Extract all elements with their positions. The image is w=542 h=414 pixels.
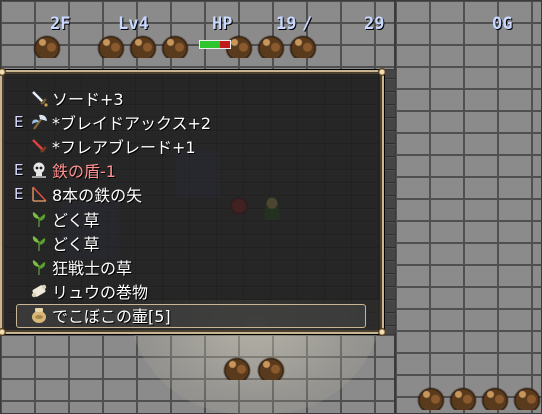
scroll-icon [28,280,50,302]
inventory-item[interactable]: ソード+3 [14,86,124,110]
inventory-item-label: ソード+3 [52,90,124,109]
menu-corner [378,68,386,76]
inventory-item-label: でこぼこの壷[5] [52,306,171,326]
inventory-item-label: *フレアブレード+1 [52,138,196,158]
rock-pile [256,34,286,58]
equipped-marker: E [14,161,24,180]
inventory-item-label: どく草 [52,234,100,254]
inventory-item[interactable]: E 8本の鉄の矢 [14,182,142,206]
rock-pile [96,34,126,58]
rock-pile [222,356,252,380]
herb-icon [28,208,50,230]
hp-bar [199,40,231,49]
inventory-item-label: どく草 [52,210,100,230]
inventory-item-label: 狂戦士の草 [52,258,133,278]
axe-icon [28,111,50,133]
rock-pile [160,34,190,58]
inventory-item[interactable]: どく草 [14,231,100,255]
sword-icon [28,87,50,109]
floor-indicator: 2F [50,14,71,34]
bow-arrow-icon [28,183,50,205]
rock-pile [288,34,318,58]
level-indicator: Lv4 [118,14,149,34]
inventory-item[interactable]: E 鉄の盾-1 [14,158,116,182]
menu-corner [0,68,6,76]
skull-shield-icon [28,159,50,181]
pot-icon [28,304,50,326]
inventory-item[interactable]: E *ブレイドアックス+2 [14,110,211,134]
hp-label: HP [212,14,233,34]
inventory-item[interactable]: でこぼこの壷[5] [14,303,171,327]
inventory-item[interactable]: リュウの巻物 [14,279,148,303]
hp-current: 19 [276,14,297,34]
gold-counter: 0G [492,14,513,34]
equipped-marker: E [14,113,24,132]
inventory-item-label: 8本の鉄の矢 [52,186,143,206]
inventory-item[interactable]: どく草 [14,207,100,231]
rock-pile [416,386,446,410]
inventory-item[interactable]: *フレアブレード+1 [14,134,196,158]
rock-pile [480,386,510,410]
inventory-item-label: リュウの巻物 [52,282,149,302]
inventory-item-label: 鉄の盾-1 [52,162,116,182]
rock-pile [448,386,478,410]
rock-pile [128,34,158,58]
herb-icon [28,256,50,278]
inventory-item-label: *ブレイドアックス+2 [52,114,212,134]
wall-right [395,0,542,414]
herb-icon [28,232,50,254]
red-sword-icon [28,135,50,157]
hp-bar-fill [200,41,220,48]
rock-pile [256,356,286,380]
menu-corner [378,328,386,336]
rock-pile [32,34,62,58]
rock-pile [512,386,542,410]
inventory-item[interactable]: 狂戦士の草 [14,255,132,279]
equipped-marker: E [14,185,24,204]
hp-max: 29 [364,14,385,34]
hp-separator: / [302,14,313,34]
